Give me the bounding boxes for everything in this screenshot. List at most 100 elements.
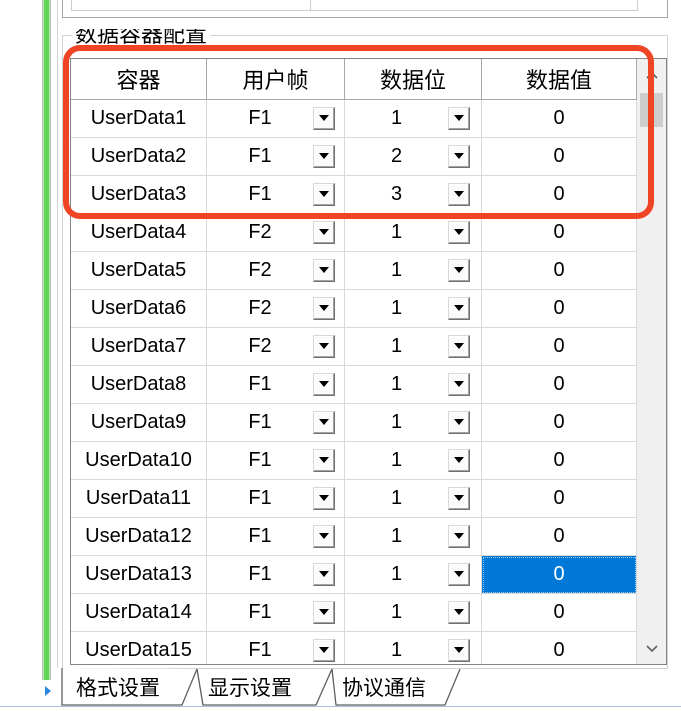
dropdown-button[interactable] xyxy=(313,411,335,434)
data-container-grid[interactable]: 容器 用户帧 数据位 数据值 UserData1 F1 1 0 UserData2 F1 2… xyxy=(70,58,667,665)
cell-data-bit-combo[interactable]: 1 xyxy=(345,366,482,404)
cell-data-value[interactable]: 0 xyxy=(482,328,637,366)
cell-container-name[interactable]: UserData9 xyxy=(71,404,207,442)
dropdown-button[interactable] xyxy=(448,183,470,206)
cell-data-bit-combo[interactable]: 1 xyxy=(345,594,482,632)
cell-data-value[interactable]: 0 xyxy=(482,518,637,556)
table-row[interactable]: UserData13 F1 1 0 xyxy=(71,556,637,594)
cell-user-frame-combo[interactable]: F1 xyxy=(207,442,345,480)
table-row[interactable]: UserData7 F2 1 0 xyxy=(71,328,637,366)
cell-user-frame-combo[interactable]: F2 xyxy=(207,252,345,290)
dropdown-button[interactable] xyxy=(313,259,335,282)
column-header-container[interactable]: 容器 xyxy=(71,59,207,100)
cell-data-value[interactable]: 0 xyxy=(482,442,637,480)
cell-container-name[interactable]: UserData1 xyxy=(71,100,207,138)
dropdown-button[interactable] xyxy=(313,487,335,510)
cell-data-value[interactable]: 0 xyxy=(482,138,637,176)
cell-user-frame-combo[interactable]: F2 xyxy=(207,214,345,252)
table-row[interactable]: UserData12 F1 1 0 xyxy=(71,518,637,556)
cell-data-value[interactable]: 0 xyxy=(482,556,637,594)
scroll-up-button[interactable] xyxy=(637,59,666,90)
dropdown-button[interactable] xyxy=(448,411,470,434)
cell-data-value[interactable]: 0 xyxy=(482,290,637,328)
table-row[interactable]: UserData4 F2 1 0 xyxy=(71,214,637,252)
cell-user-frame-combo[interactable]: F1 xyxy=(207,176,345,214)
table-row[interactable]: UserData3 F1 3 0 xyxy=(71,176,637,214)
cell-container-name[interactable]: UserData5 xyxy=(71,252,207,290)
dropdown-button[interactable] xyxy=(448,639,470,662)
table-row[interactable]: UserData5 F2 1 0 xyxy=(71,252,637,290)
cell-data-bit-combo[interactable]: 1 xyxy=(345,442,482,480)
cell-container-name[interactable]: UserData8 xyxy=(71,366,207,404)
dropdown-button[interactable] xyxy=(448,449,470,472)
dropdown-button[interactable] xyxy=(448,145,470,168)
cell-data-value[interactable]: 0 xyxy=(482,100,637,138)
cell-data-value[interactable]: 0 xyxy=(482,594,637,632)
dropdown-button[interactable] xyxy=(313,563,335,586)
cell-container-name[interactable]: UserData3 xyxy=(71,176,207,214)
cell-data-bit-combo[interactable]: 1 xyxy=(345,290,482,328)
tab-display-settings[interactable]: 显示设置 xyxy=(195,675,305,703)
dropdown-button[interactable] xyxy=(448,335,470,358)
table-row[interactable]: UserData8 F1 1 0 xyxy=(71,366,637,404)
cell-user-frame-combo[interactable]: F1 xyxy=(207,100,345,138)
dropdown-button[interactable] xyxy=(313,145,335,168)
cell-data-bit-combo[interactable]: 3 xyxy=(345,176,482,214)
cell-container-name[interactable]: UserData11 xyxy=(71,480,207,518)
cell-data-value[interactable]: 0 xyxy=(482,480,637,518)
cell-container-name[interactable]: UserData13 xyxy=(71,556,207,594)
tab-protocol-communication[interactable]: 协议通信 xyxy=(332,675,436,703)
cell-container-name[interactable]: UserData4 xyxy=(71,214,207,252)
vertical-scrollbar[interactable] xyxy=(637,59,666,664)
table-row[interactable]: UserData2 F1 2 0 xyxy=(71,138,637,176)
cell-container-name[interactable]: UserData7 xyxy=(71,328,207,366)
dropdown-button[interactable] xyxy=(313,601,335,624)
cell-data-value[interactable]: 0 xyxy=(482,366,637,404)
dropdown-button[interactable] xyxy=(313,525,335,548)
cell-user-frame-combo[interactable]: F1 xyxy=(207,594,345,632)
dropdown-button[interactable] xyxy=(313,639,335,662)
cell-user-frame-combo[interactable]: F1 xyxy=(207,480,345,518)
dropdown-button[interactable] xyxy=(448,259,470,282)
cell-user-frame-combo[interactable]: F2 xyxy=(207,328,345,366)
dropdown-button[interactable] xyxy=(448,601,470,624)
cell-data-bit-combo[interactable]: 1 xyxy=(345,404,482,442)
table-row[interactable]: UserData1 F1 1 0 xyxy=(71,100,637,138)
cell-data-bit-combo[interactable]: 2 xyxy=(345,138,482,176)
scroll-thumb[interactable] xyxy=(640,93,663,127)
column-header-data-bit[interactable]: 数据位 xyxy=(345,59,482,100)
dropdown-button[interactable] xyxy=(313,183,335,206)
dropdown-button[interactable] xyxy=(448,525,470,548)
dropdown-button[interactable] xyxy=(313,297,335,320)
cell-data-bit-combo[interactable]: 1 xyxy=(345,252,482,290)
dropdown-button[interactable] xyxy=(448,373,470,396)
table-row[interactable]: UserData6 F2 1 0 xyxy=(71,290,637,328)
cell-data-bit-combo[interactable]: 1 xyxy=(345,480,482,518)
cell-data-bit-combo[interactable]: 1 xyxy=(345,214,482,252)
cell-user-frame-combo[interactable]: F1 xyxy=(207,404,345,442)
dropdown-button[interactable] xyxy=(448,487,470,510)
cell-user-frame-combo[interactable]: F1 xyxy=(207,518,345,556)
cell-user-frame-combo[interactable]: F2 xyxy=(207,290,345,328)
cell-data-value[interactable]: 0 xyxy=(482,404,637,442)
dropdown-button[interactable] xyxy=(313,335,335,358)
cell-data-bit-combo[interactable]: 1 xyxy=(345,518,482,556)
dropdown-button[interactable] xyxy=(448,221,470,244)
column-header-data-value[interactable]: 数据值 xyxy=(482,59,637,100)
cell-data-bit-combo[interactable]: 1 xyxy=(345,556,482,594)
cell-user-frame-combo[interactable]: F1 xyxy=(207,138,345,176)
tab-format-settings[interactable]: 格式设置 xyxy=(62,675,174,703)
table-row[interactable]: UserData10 F1 1 0 xyxy=(71,442,637,480)
dropdown-button[interactable] xyxy=(313,221,335,244)
table-row[interactable]: UserData14 F1 1 0 xyxy=(71,594,637,632)
cell-container-name[interactable]: UserData12 xyxy=(71,518,207,556)
cell-container-name[interactable]: UserData2 xyxy=(71,138,207,176)
dropdown-button[interactable] xyxy=(448,563,470,586)
cell-data-value[interactable]: 0 xyxy=(482,176,637,214)
cell-user-frame-combo[interactable]: F1 xyxy=(207,366,345,404)
table-row[interactable]: UserData9 F1 1 0 xyxy=(71,404,637,442)
cell-data-bit-combo[interactable]: 1 xyxy=(345,100,482,138)
cell-data-bit-combo[interactable]: 1 xyxy=(345,328,482,366)
cell-container-name[interactable]: UserData6 xyxy=(71,290,207,328)
tab-scroll-right-icon[interactable] xyxy=(45,686,51,696)
